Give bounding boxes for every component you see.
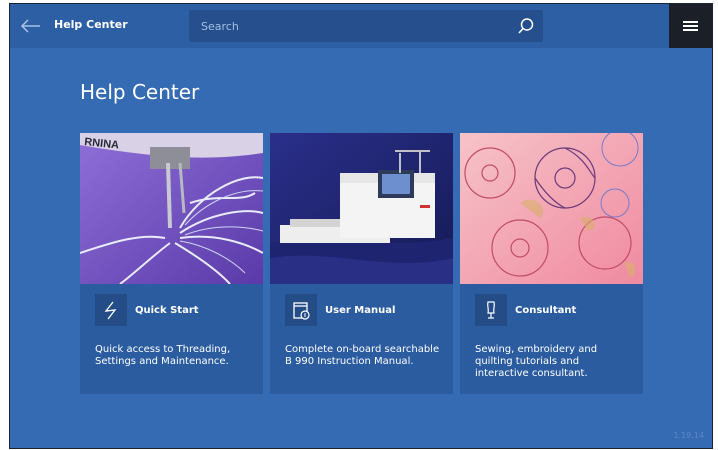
search-placeholder: Search: [201, 20, 239, 33]
menu-line-icon: [683, 25, 698, 27]
app-frame: Help Center Search Help Center RNINA Qui…: [9, 3, 713, 449]
dress-form-icon: [475, 294, 507, 326]
search-icon[interactable]: [517, 17, 535, 35]
manual-book-icon: [285, 294, 317, 326]
menu-line-icon: [683, 21, 698, 23]
lightning-icon: [95, 294, 127, 326]
back-arrow-icon[interactable]: [20, 16, 42, 36]
user-manual-card[interactable]: User Manual Complete on-board searchable…: [270, 133, 453, 394]
consultant-card[interactable]: Consultant Sewing, embroidery and quilti…: [460, 133, 643, 394]
card-title: Quick Start: [135, 305, 199, 316]
embroidery-photo: RNINA: [80, 133, 263, 284]
sewing-machine-photo: [270, 133, 453, 284]
top-bar-title: Help Center: [54, 18, 128, 31]
card-description: Complete on-board searchable B 990 Instr…: [285, 344, 440, 367]
hamburger-menu-button[interactable]: [669, 4, 712, 48]
card-title: User Manual: [325, 305, 396, 316]
search-field[interactable]: Search: [189, 10, 543, 42]
menu-line-icon: [683, 29, 698, 31]
card-title: Consultant: [515, 305, 577, 316]
floral-pattern-image: [460, 133, 643, 284]
card-description: Quick access to Threading, Settings and …: [95, 344, 231, 367]
card-description: Sewing, embroidery and quilting tutorial…: [475, 344, 598, 379]
version-label: 1.19.14: [673, 431, 704, 440]
quick-start-card[interactable]: RNINA Quick Start Quick access to Thread…: [80, 133, 263, 394]
top-bar: Help Center Search: [10, 4, 712, 48]
page-title: Help Center: [80, 80, 200, 104]
